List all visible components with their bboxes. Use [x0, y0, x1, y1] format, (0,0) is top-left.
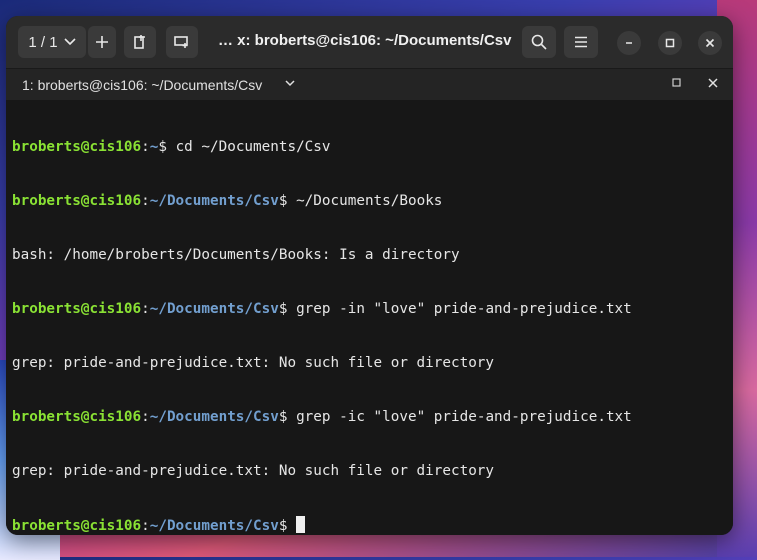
plus-icon — [95, 35, 109, 49]
close-icon[interactable] — [707, 75, 719, 91]
new-tab-button[interactable] — [88, 26, 116, 58]
close-button[interactable] — [698, 31, 722, 55]
output-text: grep: pride-and-prejudice.txt: No such f… — [12, 355, 495, 371]
prompt-user-host: broberts@cis106 — [12, 139, 142, 155]
header-bar: 1 / 1 … x: broberts@cis106: ~/Documents/… — [6, 16, 733, 68]
prompt-path: ~/Documents/Csv — [149, 409, 279, 425]
terminal-line: broberts@cis106:~/Documents/Csv$ grep -i… — [12, 409, 632, 425]
prompt-path: ~/Documents/Csv — [149, 301, 279, 317]
search-icon — [531, 34, 547, 50]
prompt-path: ~/Documents/Csv — [149, 193, 279, 209]
detach-tab-icon — [133, 34, 147, 50]
new-window-button[interactable] — [166, 26, 198, 58]
tab-bar: 1: broberts@cis106: ~/Documents/Csv — [6, 68, 733, 101]
terminal-line: grep: pride-and-prejudice.txt: No such f… — [12, 462, 727, 480]
minimize-icon — [624, 38, 634, 48]
hamburger-menu-icon — [574, 36, 588, 48]
chevron-down-icon[interactable] — [284, 75, 296, 91]
tab-title[interactable]: 1: broberts@cis106: ~/Documents/Csv — [22, 77, 262, 93]
command-text: grep -ic "love" pride-and-prejudice.txt — [296, 409, 632, 425]
output-text: grep: pride-and-prejudice.txt: No such f… — [12, 463, 495, 479]
prompt-user-host: broberts@cis106 — [12, 518, 142, 534]
main-menu-button[interactable] — [564, 26, 598, 58]
terminal-line: grep: pride-and-prejudice.txt: No such f… — [12, 354, 727, 372]
search-button[interactable] — [522, 26, 556, 58]
tab-restore-icon[interactable] — [672, 76, 682, 90]
new-window-icon — [174, 35, 190, 49]
window-title: … x: broberts@cis106: ~/Documents/Csv — [218, 32, 512, 49]
prompt-user-host: broberts@cis106 — [12, 301, 142, 317]
command-text: grep -in "love" pride-and-prejudice.txt — [296, 301, 632, 317]
terminal-line: broberts@cis106:~/Documents/Csv$ — [12, 516, 727, 534]
detach-tab-button[interactable] — [124, 26, 156, 58]
maximize-button[interactable] — [658, 31, 682, 55]
tab-counter-label: 1 / 1 — [28, 33, 58, 51]
terminal-line: bash: /home/broberts/Documents/Books: Is… — [12, 246, 727, 264]
terminal-line: broberts@cis106:~/Documents/Csv$ grep -i… — [12, 301, 632, 317]
maximize-icon — [665, 38, 675, 48]
minimize-button[interactable] — [617, 31, 641, 55]
terminal-line: broberts@cis106:~$ cd ~/Documents/Csv — [12, 139, 331, 155]
tab-overview-button[interactable]: 1 / 1 — [18, 26, 86, 58]
terminal-output[interactable]: broberts@cis106:~$ cd ~/Documents/Csv br… — [6, 100, 733, 535]
prompt-user-host: broberts@cis106 — [12, 409, 142, 425]
output-text: bash: /home/broberts/Documents/Books: Is… — [12, 247, 460, 263]
text-cursor — [296, 516, 306, 533]
terminal-window: 1 / 1 … x: broberts@cis106: ~/Documents/… — [6, 16, 733, 535]
terminal-line: broberts@cis106:~/Documents/Csv$ ~/Docum… — [12, 193, 443, 209]
chevron-down-icon — [64, 38, 76, 46]
command-text: ~/Documents/Books — [296, 193, 443, 209]
prompt-user-host: broberts@cis106 — [12, 193, 142, 209]
prompt-path: ~/Documents/Csv — [149, 518, 279, 534]
close-icon — [705, 38, 715, 48]
command-text: cd ~/Documents/Csv — [175, 139, 331, 155]
